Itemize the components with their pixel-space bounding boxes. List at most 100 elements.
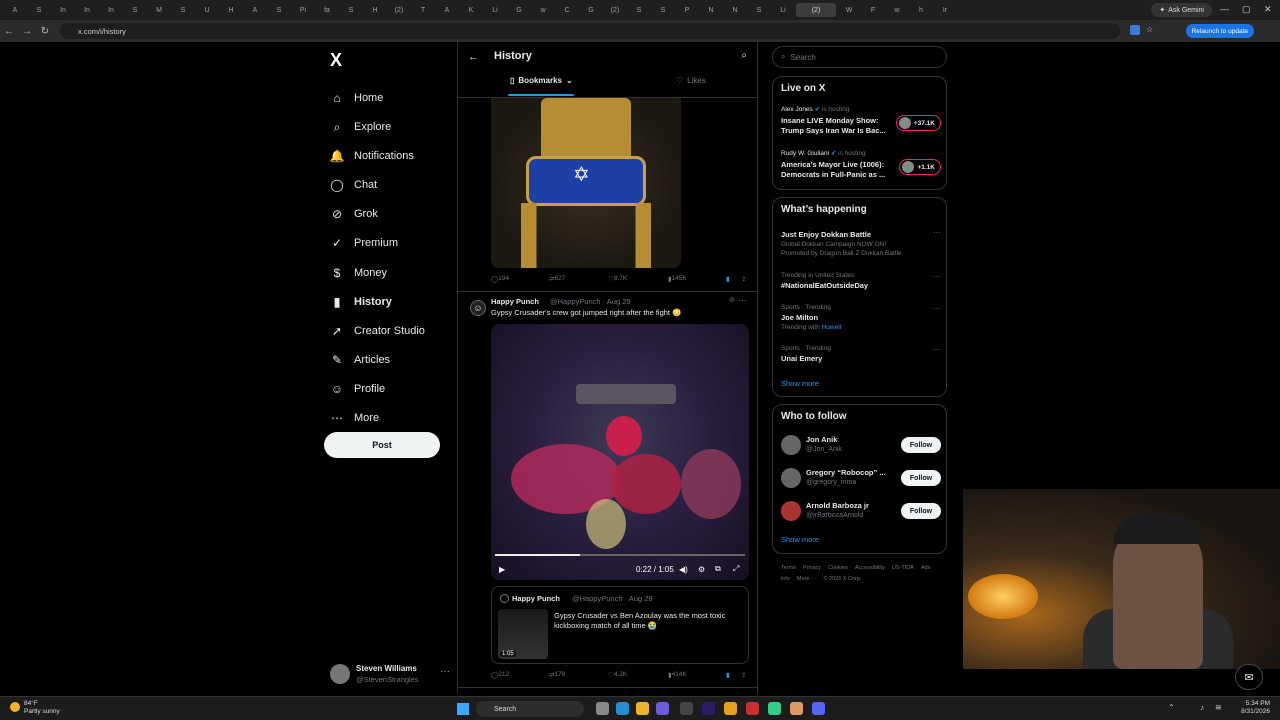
- nav-item-explore[interactable]: ⌕ Explore: [330, 116, 392, 138]
- quoted-post[interactable]: Happy Punch @HappyPunch · Aug 29 1:05 Gy…: [491, 586, 749, 664]
- browser-tab[interactable]: S: [340, 3, 362, 17]
- windows-start-icon[interactable]: [457, 703, 469, 715]
- more-dots-icon[interactable]: ···: [933, 272, 941, 281]
- follow-button[interactable]: Follow: [901, 470, 941, 486]
- browser-tab[interactable]: (2): [388, 3, 410, 17]
- reply-button[interactable]: ◯ 212: [491, 671, 509, 679]
- browser-tab[interactable]: U: [196, 3, 218, 17]
- browser-tab[interactable]: In: [100, 3, 122, 17]
- browser-tab[interactable]: G: [580, 3, 602, 17]
- more-dots-icon[interactable]: ···: [933, 228, 941, 237]
- volume-icon[interactable]: ◀): [679, 565, 688, 574]
- footer-link[interactable]: More ···: [797, 576, 817, 582]
- footer-link[interactable]: © 2026 X Corp.: [823, 576, 861, 582]
- nav-item-premium[interactable]: ✓ Premium: [330, 232, 398, 254]
- back-icon[interactable]: ←: [0, 26, 18, 37]
- nav-item-money[interactable]: $ Money: [330, 262, 387, 284]
- browser-tab[interactable]: S: [628, 3, 650, 17]
- close-window-icon[interactable]: ✕: [1264, 4, 1272, 15]
- browser-tab[interactable]: Li: [484, 3, 506, 17]
- search-input[interactable]: ⌕ Search: [772, 46, 947, 68]
- browser-tab[interactable]: fa: [316, 3, 338, 17]
- browser-tab[interactable]: Li: [772, 3, 794, 17]
- wifi-icon[interactable]: ≋: [1215, 703, 1222, 712]
- weather-widget[interactable]: 84°F Partly sunny: [10, 700, 60, 716]
- nav-item-more[interactable]: ⋯ More: [330, 407, 379, 429]
- chrome-icon[interactable]: [636, 702, 649, 715]
- browser-tab[interactable]: S: [28, 3, 50, 17]
- app-icon[interactable]: [768, 702, 781, 715]
- more-dots-icon[interactable]: ···: [933, 345, 941, 354]
- tab-bookmarks[interactable]: ▯ Bookmarks ⌄: [510, 76, 573, 85]
- footer-link[interactable]: Privacy: [803, 565, 821, 571]
- app-icon[interactable]: [746, 702, 759, 715]
- browser-tab[interactable]: M: [148, 3, 170, 17]
- browser-tab[interactable]: T: [412, 3, 434, 17]
- browser-tab[interactable]: w: [532, 3, 554, 17]
- nav-item-articles[interactable]: ✎ Articles: [330, 349, 390, 371]
- like-button[interactable]: ♡ 4.2K: [608, 671, 627, 679]
- follow-suggestion[interactable]: Jon Anik @Jon_Anik Follow: [781, 433, 941, 457]
- show-more-link[interactable]: Show more: [781, 535, 819, 544]
- nav-item-profile[interactable]: ☺ Profile: [330, 378, 385, 400]
- browser-tab[interactable]: N: [724, 3, 746, 17]
- share-icon[interactable]: ⇪: [741, 275, 746, 283]
- live-listener-pill[interactable]: +1.1K: [899, 159, 941, 175]
- pip-icon[interactable]: ⧉: [715, 564, 721, 574]
- app-icon[interactable]: [790, 702, 803, 715]
- browser-tab[interactable]: In: [76, 3, 98, 17]
- browser-tab[interactable]: Pi: [292, 3, 314, 17]
- browser-tab[interactable]: h: [910, 3, 932, 17]
- search-icon[interactable]: ⌕: [741, 50, 747, 61]
- nav-item-creator-studio[interactable]: ➚ Creator Studio: [330, 320, 425, 342]
- edge-icon[interactable]: [616, 702, 629, 715]
- browser-tab[interactable]: H: [220, 3, 242, 17]
- more-dots-icon[interactable]: ···: [933, 304, 941, 313]
- browser-tab[interactable]: S: [172, 3, 194, 17]
- repost-button[interactable]: ⇄ 179: [549, 671, 565, 679]
- views-button[interactable]: ▮ 145K: [668, 275, 687, 283]
- nav-item-home[interactable]: ⌂ Home: [330, 87, 383, 109]
- live-listener-pill[interactable]: +37.1K: [895, 115, 941, 131]
- nav-item-history[interactable]: ▮ History: [330, 291, 392, 313]
- post-image[interactable]: ✡: [491, 98, 681, 268]
- trend-item[interactable]: Just Enjoy Dokkan Battle Global Dokkan C…: [781, 228, 941, 257]
- nav-item-chat[interactable]: ◯ Chat: [330, 174, 377, 196]
- browser-tab[interactable]: A: [436, 3, 458, 17]
- discord-icon[interactable]: [812, 702, 825, 715]
- browser-tab[interactable]: S: [652, 3, 674, 17]
- trend-item[interactable]: Sports · Trending Unai Emery ···: [781, 345, 941, 363]
- browser-tab[interactable]: In: [52, 3, 74, 17]
- browser-tab[interactable]: N: [700, 3, 722, 17]
- browser-tab[interactable]: G: [508, 3, 530, 17]
- app-icon[interactable]: [656, 702, 669, 715]
- back-arrow-icon[interactable]: ←: [468, 51, 479, 63]
- trend-link[interactable]: Howell: [822, 324, 842, 331]
- footer-link[interactable]: Accessibility: [855, 565, 885, 571]
- browser-tab[interactable]: P: [676, 3, 698, 17]
- like-button[interactable]: ♡ 8.7K: [608, 275, 627, 283]
- more-dots-icon[interactable]: ···: [738, 295, 747, 305]
- trend-item[interactable]: Trending in United States #NationalEatOu…: [781, 272, 941, 290]
- address-bar[interactable]: x.com/i/history: [60, 23, 1120, 39]
- repost-button[interactable]: ⇄ 627: [549, 275, 565, 283]
- quoted-video-thumbnail[interactable]: 1:05: [498, 609, 548, 659]
- more-dots-icon[interactable]: ···: [440, 666, 450, 677]
- follow-button[interactable]: Follow: [901, 503, 941, 519]
- live-item[interactable]: Rudy W. Giuliani ✔ is hosting America's …: [781, 149, 941, 180]
- browser-tab[interactable]: Ir: [934, 3, 956, 17]
- trend-item[interactable]: Sports · Trending Joe Milton Trending wi…: [781, 304, 941, 331]
- browser-tab[interactable]: A: [4, 3, 26, 17]
- bookmark-filled-icon[interactable]: ▮: [726, 671, 730, 679]
- browser-tab[interactable]: A: [244, 3, 266, 17]
- play-icon[interactable]: ▶: [499, 565, 505, 574]
- maximize-icon[interactable]: ▢: [1242, 4, 1251, 15]
- reload-icon[interactable]: ↻: [36, 26, 54, 37]
- footer-link[interactable]: Cookies: [828, 565, 848, 571]
- video-player[interactable]: ▶ 0:22 / 1:05 ◀) ⚙ ⧉ ⤢: [491, 324, 749, 580]
- video-progress-bar[interactable]: [495, 554, 745, 556]
- post-button[interactable]: Post: [324, 432, 440, 458]
- forward-icon[interactable]: →: [18, 26, 36, 37]
- browser-tab[interactable]: S: [268, 3, 290, 17]
- file-explorer-icon[interactable]: [724, 702, 737, 715]
